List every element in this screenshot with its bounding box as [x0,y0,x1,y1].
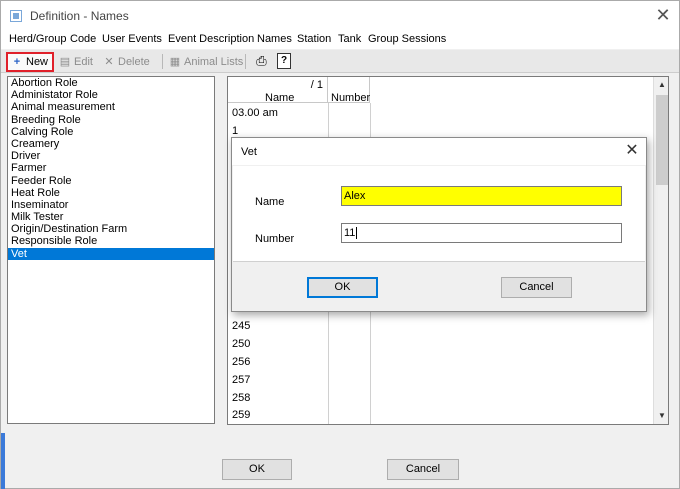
printer-icon[interactable]: ⎙ [253,53,270,70]
scroll-down-arrow-icon[interactable]: ▼ [654,408,668,424]
dialog-title: Vet [241,146,257,158]
role-item[interactable]: Milk Tester [8,211,214,223]
role-item[interactable]: Farmer [8,162,214,174]
footer-cancel-button[interactable]: Cancel [387,459,459,480]
menu-station[interactable]: Station [297,33,331,45]
toolbar-separator [245,54,246,69]
name-field-value: Alex [344,190,366,202]
role-item[interactable]: Inseminator [8,199,214,211]
grid-cell-name[interactable]: 245 [232,320,250,332]
menu-tank[interactable]: Tank [338,33,361,45]
role-item[interactable]: Administator Role [8,89,214,101]
role-item[interactable]: Heat Role [8,187,214,199]
name-field[interactable]: Alex [341,186,622,206]
number-column-header[interactable]: Number [328,77,371,104]
grid-cell-name[interactable]: 1 [232,125,238,137]
edit-button[interactable]: ▤ Edit [59,53,93,71]
window-titlebar: Definition - Names ✕ [1,1,679,31]
dialog-cancel-button[interactable]: Cancel [501,277,572,298]
scroll-up-arrow-icon[interactable]: ▲ [654,77,668,93]
number-field[interactable]: 11 [341,223,622,243]
role-item[interactable]: Feeder Role [8,175,214,187]
name-label: Name [255,196,285,208]
dialog-footer: OK Cancel [233,263,645,311]
toolbar-separator [162,54,163,69]
grid-cell-name[interactable]: 258 [232,392,250,404]
delete-button[interactable]: ✕ Delete [103,53,150,71]
role-item[interactable]: Driver [8,150,214,162]
grid-cell-name[interactable]: 250 [232,338,250,350]
role-item[interactable]: Animal measurement [8,101,214,113]
window-title: Definition - Names [30,9,129,23]
menu-group-sessions[interactable]: Group Sessions [368,33,446,45]
grid-cell-name[interactable]: 257 [232,374,250,386]
delete-button-label: Delete [118,56,150,68]
app-icon [10,10,22,22]
dialog-body: Name Alex Number 11 [233,166,645,262]
dialog-ok-button[interactable]: OK [307,277,378,298]
animal-lists-label: Animal Lists [184,56,244,68]
grid-cell-name[interactable]: 256 [232,356,250,368]
number-column-label: Number [331,92,371,104]
delete-icon: ✕ [104,56,114,68]
grid-vertical-scrollbar[interactable]: ▲ ▼ [653,77,668,424]
footer-ok-button[interactable]: OK [222,459,292,480]
window-close-button[interactable]: ✕ [651,4,675,28]
grid-cell-name[interactable]: 259 [232,409,250,421]
role-item[interactable]: Responsible Role [8,235,214,247]
name-column-header[interactable]: / 1 Name [228,77,328,104]
animal-lists-button[interactable]: ▦ Animal Lists [169,53,244,71]
menu-event-description[interactable]: Event Description [168,33,254,45]
role-item[interactable]: Breeding Role [8,114,214,126]
menubar: Herd/Group Code User Events Event Descri… [1,31,679,49]
record-count: / 1 [310,79,323,91]
menu-herd-group[interactable]: Herd/Group [9,33,66,45]
menu-names[interactable]: Names [257,33,292,45]
name-column-label: Name [265,92,295,104]
edit-icon: ▤ [59,56,71,68]
menu-user-events[interactable]: User Events [102,33,162,45]
grid-header: / 1 Name Number [228,77,653,104]
list-icon: ▦ [169,56,181,68]
toolbar: + New ▤ Edit ✕ Delete ▦ Animal Lists ⎙ ? [1,50,679,73]
edit-button-label: Edit [74,56,93,68]
dialog-close-button[interactable]: ✕ [622,141,642,161]
role-item[interactable]: Creamery [8,138,214,150]
help-icon[interactable]: ? [277,53,291,69]
new-button[interactable]: + New [6,52,55,72]
vet-dialog: Vet ✕ Name Alex Number 11 OK Cancel [231,137,647,312]
number-label: Number [255,233,295,245]
role-item[interactable]: Origin/Destination Farm [8,223,214,235]
dialog-titlebar: Vet ✕ [232,138,646,165]
scroll-thumb[interactable] [656,95,668,185]
role-item-selected[interactable]: Vet [8,247,214,260]
role-item[interactable]: Calving Role [8,126,214,138]
number-field-value: 11 [344,227,356,239]
role-list[interactable]: Abortion Role Administator Role Animal m… [7,76,215,424]
role-item[interactable]: Abortion Role [8,77,214,89]
menu-code[interactable]: Code [70,33,96,45]
new-button-label: New [26,56,49,68]
taskbar-edge [1,433,5,489]
grid-cell-name[interactable]: 03.00 am [232,107,278,119]
text-caret [356,227,358,240]
plus-icon: + [13,56,21,68]
